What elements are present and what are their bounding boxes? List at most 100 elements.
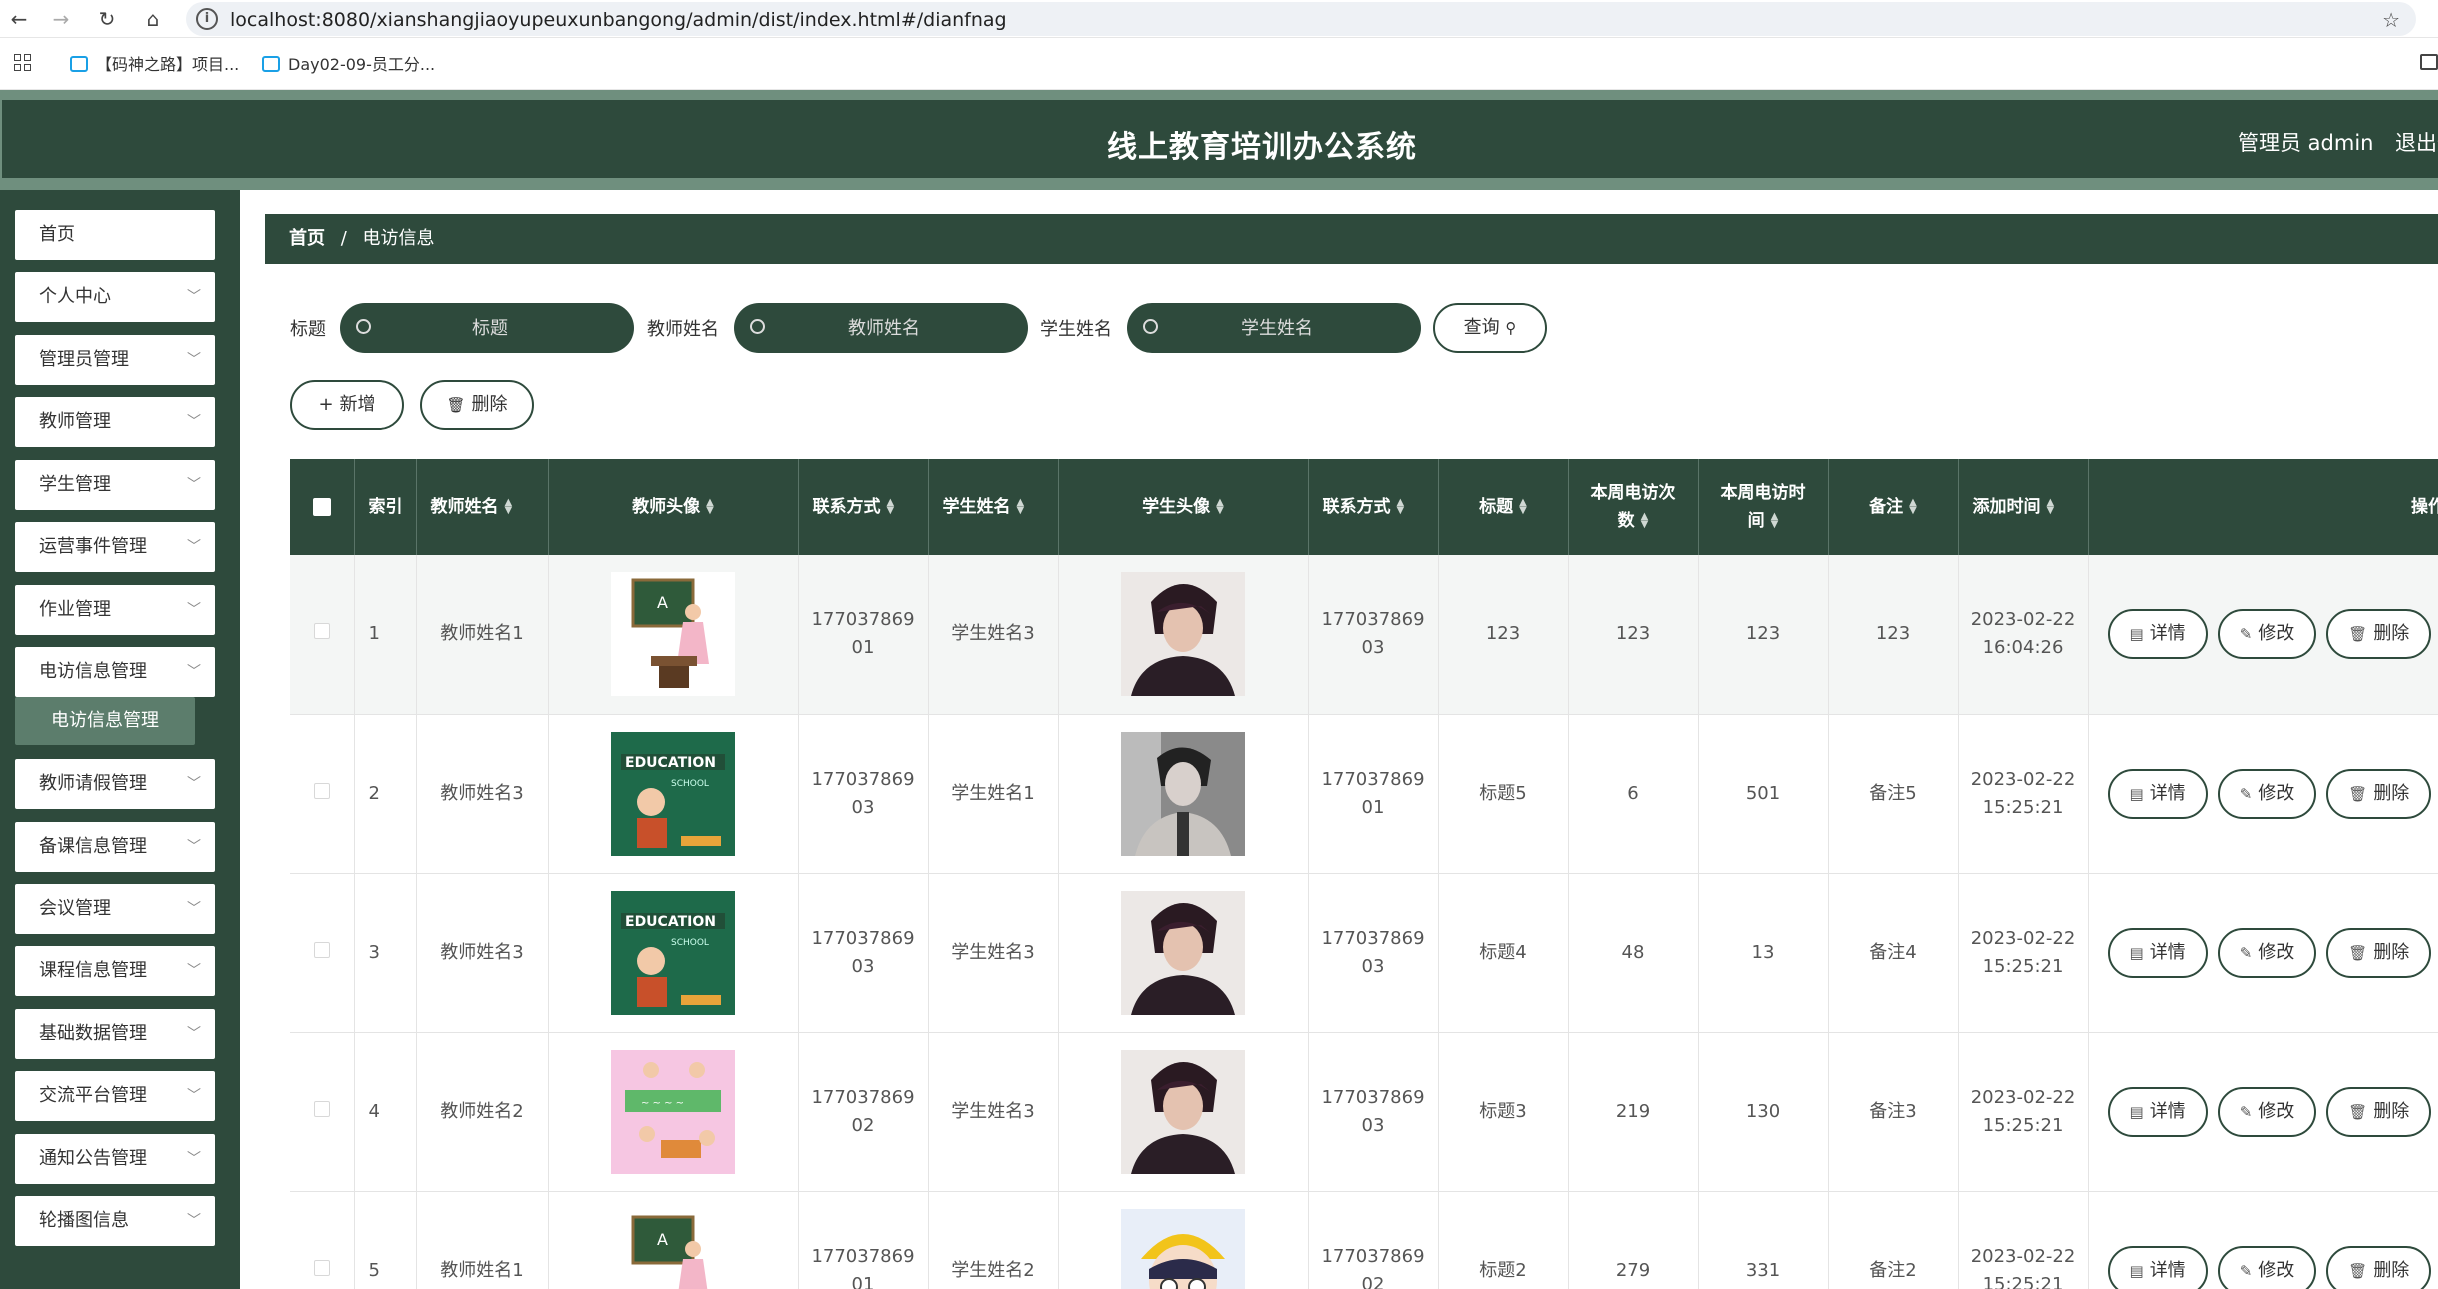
breadcrumb-separator: / <box>340 228 347 249</box>
sidebar-item[interactable]: 会议管理 ﹀ <box>15 884 215 934</box>
sidebar-item[interactable]: 备课信息管理 ﹀ <box>15 822 215 872</box>
row-checkbox[interactable] <box>313 941 330 958</box>
sort-icon[interactable]: ▲ ▼ <box>1216 498 1224 516</box>
select-all-checkbox[interactable] <box>312 498 331 516</box>
student-avatar[interactable] <box>1121 731 1245 856</box>
row-delete-button[interactable]: 🗑 删除 <box>2326 609 2432 660</box>
sidebar-item[interactable]: 电访信息管理 ﹀ <box>15 647 215 697</box>
detail-button[interactable]: ▤ 详情 <box>2107 1086 2208 1137</box>
edit-button[interactable]: ✎ 修改 <box>2217 768 2317 819</box>
delete-button[interactable]: 🗑 删除 <box>420 380 534 430</box>
sidebar-item[interactable]: 作业管理 ﹀ <box>15 585 215 635</box>
student-avatar-cell <box>1058 873 1309 1033</box>
sidebar-item[interactable]: 课程信息管理 ﹀ <box>15 946 215 996</box>
sort-icon[interactable]: ▲ ▼ <box>505 498 513 516</box>
edit-button[interactable]: ✎ 修改 <box>2217 927 2317 978</box>
student-search-input[interactable] <box>1167 303 1387 353</box>
bookmark-item[interactable]: 【码神之路】项目... <box>70 51 239 75</box>
site-info-icon[interactable]: i <box>196 8 218 30</box>
sidebar-item[interactable]: 轮播图信息 ﹀ <box>15 1196 215 1246</box>
sort-icon[interactable]: ▲ ▼ <box>1909 498 1917 516</box>
sidebar-item[interactable]: 基础数据管理 ﹀ <box>15 1009 215 1059</box>
sidebar-item[interactable]: 教师请假管理 ﹀ <box>15 759 215 809</box>
bookmark-star-icon[interactable]: ☆ <box>2382 8 2400 32</box>
folder-icon[interactable] <box>2420 54 2438 70</box>
sort-icon[interactable]: ▲ ▼ <box>1771 512 1779 530</box>
column-header[interactable]: 本周电访次数 ▲ ▼ <box>1568 459 1699 555</box>
sidebar-subitem-active[interactable]: 电访信息管理 <box>15 697 195 745</box>
sort-icon[interactable]: ▲ ▼ <box>1641 512 1649 530</box>
sidebar-item[interactable]: 教师管理 ﹀ <box>15 397 215 447</box>
detail-button[interactable]: ▤ 详情 <box>2107 768 2208 819</box>
row-checkbox[interactable] <box>313 1100 330 1117</box>
sidebar-item[interactable]: 交流平台管理 ﹀ <box>15 1071 215 1121</box>
back-icon[interactable]: ← <box>6 6 32 32</box>
forward-icon[interactable]: → <box>48 6 74 32</box>
teacher-avatar[interactable]: EDUCATION SCHOOL <box>611 731 735 856</box>
url-text[interactable]: localhost:8080/xianshangjiaoyupeuxunbang… <box>230 9 1007 31</box>
row-delete-button[interactable]: 🗑 删除 <box>2326 927 2432 978</box>
teacher-avatar[interactable]: A <box>611 1208 735 1289</box>
teacher-search-input[interactable] <box>774 303 994 353</box>
cell-student: 学生姓名1 <box>928 714 1059 874</box>
cell-text: 教师姓名2 <box>440 1100 524 1122</box>
sort-icon[interactable]: ▲ ▼ <box>1397 498 1405 516</box>
cell-text: 学生姓名2 <box>951 1259 1035 1281</box>
edit-button[interactable]: ✎ 修改 <box>2217 1245 2317 1289</box>
row-checkbox[interactable] <box>313 623 330 640</box>
sort-icon[interactable]: ▲ ▼ <box>1017 498 1025 516</box>
column-header[interactable]: 联系方式 ▲ ▼ <box>798 459 929 555</box>
edit-button[interactable]: ✎ 修改 <box>2217 609 2317 660</box>
row-checkbox[interactable] <box>313 1259 330 1276</box>
student-avatar[interactable] <box>1121 890 1245 1015</box>
sidebar-item[interactable]: 管理员管理 ﹀ <box>15 335 215 385</box>
cell-count: 6 <box>1568 714 1699 874</box>
column-header[interactable]: 标题 ▲ ▼ <box>1438 459 1569 555</box>
sort-icon[interactable]: ▲ ▼ <box>1519 498 1527 516</box>
edit-button[interactable]: ✎ 修改 <box>2217 1086 2317 1137</box>
column-header[interactable]: 学生姓名 ▲ ▼ <box>928 459 1059 555</box>
column-header[interactable]: 备注 ▲ ▼ <box>1828 459 1959 555</box>
sidebar-item[interactable]: 学生管理 ﹀ <box>15 460 215 510</box>
column-header[interactable]: 联系方式 ▲ ▼ <box>1308 459 1439 555</box>
column-header[interactable]: 学生头像 ▲ ▼ <box>1058 459 1309 555</box>
student-avatar[interactable] <box>1121 1208 1245 1289</box>
bookmark-item[interactable]: Day02-09-员工分... <box>262 51 435 75</box>
row-delete-button[interactable]: 🗑 删除 <box>2326 768 2432 819</box>
sidebar-item[interactable]: 首页 <box>15 210 215 260</box>
teacher-avatar[interactable]: A <box>611 572 735 697</box>
breadcrumb-home[interactable]: 首页 <box>289 228 325 249</box>
sort-icon[interactable]: ▲ ▼ <box>706 498 714 516</box>
column-header[interactable]: 添加时间 ▲ ▼ <box>1958 459 2089 555</box>
cell-time: 501 <box>1698 714 1829 874</box>
reload-icon[interactable]: ↻ <box>94 6 120 32</box>
teacher-avatar[interactable]: EDUCATION SCHOOL <box>611 890 735 1015</box>
row-checkbox[interactable] <box>313 782 330 799</box>
cell-text: 123 <box>1745 623 1781 645</box>
student-avatar[interactable] <box>1121 1049 1245 1174</box>
apps-grid-icon[interactable] <box>14 54 32 72</box>
column-header[interactable]: 教师姓名 ▲ ▼ <box>416 459 549 555</box>
cell-text: 48 <box>1621 941 1645 963</box>
address-bar[interactable]: i localhost:8080/xianshangjiaoyupeuxunba… <box>186 2 2416 36</box>
row-delete-button[interactable]: 🗑 删除 <box>2326 1086 2432 1137</box>
sidebar-item[interactable]: 个人中心 ﹀ <box>15 272 215 322</box>
query-button[interactable]: 查询 ⚲ <box>1433 303 1547 353</box>
student-avatar[interactable] <box>1121 572 1245 697</box>
detail-button[interactable]: ▤ 详情 <box>2107 609 2208 660</box>
detail-button[interactable]: ▤ 详情 <box>2107 927 2208 978</box>
column-header[interactable]: 本周电访时间 ▲ ▼ <box>1698 459 1829 555</box>
sidebar-item[interactable]: 通知公告管理 ﹀ <box>15 1134 215 1184</box>
sort-icon[interactable]: ▲ ▼ <box>2047 498 2055 516</box>
row-delete-button[interactable]: 🗑 删除 <box>2326 1245 2432 1289</box>
add-button[interactable]: + 新增 <box>290 380 404 430</box>
column-header[interactable]: 教师头像 ▲ ▼ <box>548 459 799 555</box>
home-icon[interactable]: ⌂ <box>140 6 166 32</box>
teacher-avatar[interactable]: ~ ~ ~ ~ <box>611 1049 735 1174</box>
logout-link[interactable]: 退出登录 <box>2395 127 2438 157</box>
sort-icon[interactable]: ▲ ▼ <box>887 498 895 516</box>
title-search-input[interactable] <box>380 303 600 353</box>
sidebar-item[interactable]: 运营事件管理 ﹀ <box>15 522 215 572</box>
chevron-down-icon: ﹀ <box>187 1088 201 1104</box>
detail-button[interactable]: ▤ 详情 <box>2107 1245 2208 1289</box>
